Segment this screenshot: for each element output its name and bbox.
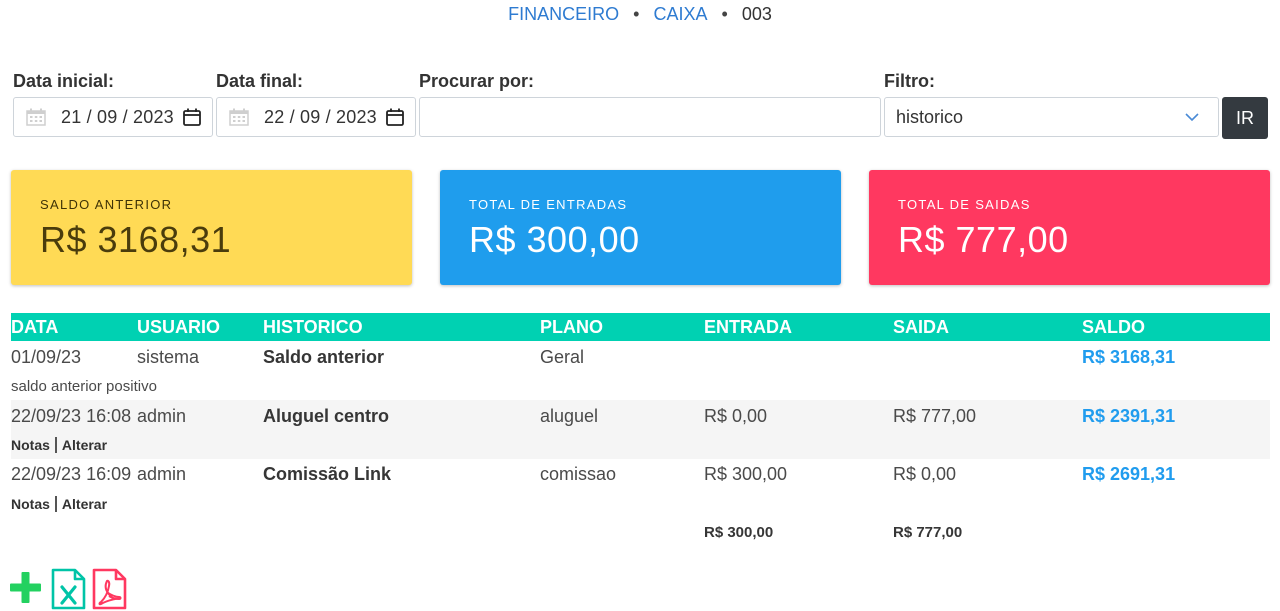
breadcrumb: FINANCEIRO • CAIXA • 003 (0, 4, 1280, 24)
calendar-grid-icon (26, 108, 46, 126)
excel-icon[interactable] (51, 568, 86, 610)
data-final-field[interactable]: 22 / 09 / 2023 (216, 97, 416, 137)
cell-plano: comissao (540, 464, 617, 484)
cell-historico: Saldo anterior (263, 347, 385, 367)
chevron-down-icon (1185, 113, 1199, 122)
data-inicial-field[interactable]: 21 / 09 / 2023 (13, 97, 213, 137)
calendar-picker-icon[interactable] (385, 107, 405, 127)
cell-historico: Aluguel centro (263, 406, 390, 426)
filtro-select[interactable]: historico (884, 97, 1219, 137)
column-header-plano: PLANO (540, 317, 603, 337)
data-inicial-value[interactable]: 21 / 09 / 2023 (61, 107, 174, 128)
procurar-label: Procurar por: (419, 71, 535, 91)
card-label: TOTAL DE ENTRADAS (469, 197, 628, 212)
cell-usuario: sistema (137, 347, 200, 367)
card-label: TOTAL DE SAIDAS (898, 197, 1031, 212)
total-saida: R$ 777,00 (893, 524, 963, 541)
total-saidas-card: TOTAL DE SAIDAS R$ 777,00 (869, 170, 1270, 285)
breadcrumb-financeiro-link[interactable]: FINANCEIRO (508, 4, 619, 24)
table-row: 22/09/23 16:08 admin Aluguel centro alug… (11, 400, 1270, 459)
pdf-icon[interactable] (92, 568, 127, 610)
cell-data: 22/09/23 16:09 (11, 464, 132, 484)
cell-data: 01/09/23 (11, 347, 82, 367)
cell-usuario: admin (137, 406, 187, 426)
breadcrumb-current: 003 (741, 4, 772, 24)
data-inicial-label: Data inicial: (13, 71, 115, 91)
row-actions: Notas Alterar (11, 437, 107, 453)
cell-saldo: R$ 3168,31 (1082, 347, 1176, 367)
total-entrada: R$ 300,00 (704, 524, 774, 541)
cell-historico: Comissão Link (263, 464, 392, 484)
procurar-input[interactable] (419, 97, 881, 137)
cell-saldo: R$ 2391,31 (1082, 406, 1176, 426)
breadcrumb-separator: • (721, 4, 728, 24)
total-entradas-card: TOTAL DE ENTRADAS R$ 300,00 (440, 170, 841, 285)
cell-entrada: R$ 0,00 (704, 406, 768, 426)
table-row: 01/09/23 sistema Saldo anterior Geral R$… (11, 341, 1270, 400)
cell-saida: R$ 0,00 (893, 464, 957, 484)
cell-saida: R$ 777,00 (893, 406, 977, 426)
calendar-grid-icon (229, 108, 249, 126)
column-header-saldo: SALDO (1082, 317, 1145, 337)
table-row: 22/09/23 16:09 admin Comissão Link comis… (11, 459, 1270, 518)
data-final-value[interactable]: 22 / 09 / 2023 (264, 107, 377, 128)
notas-link[interactable]: Notas (11, 437, 50, 453)
column-header-data: DATA (11, 317, 59, 337)
column-header-historico: HISTORICO (263, 317, 363, 337)
cell-plano: aluguel (540, 406, 599, 426)
row-note: saldo anterior positivo (11, 378, 157, 395)
card-value: R$ 3168,31 (40, 219, 232, 260)
calendar-picker-icon[interactable] (182, 107, 202, 127)
saldo-anterior-card: SALDO ANTERIOR R$ 3168,31 (11, 170, 412, 285)
cell-entrada: R$ 300,00 (704, 464, 788, 484)
filtro-label: Filtro: (884, 71, 935, 91)
action-divider (54, 437, 57, 453)
card-value: R$ 300,00 (469, 219, 640, 260)
card-value: R$ 777,00 (898, 219, 1069, 260)
breadcrumb-caixa-link[interactable]: CAIXA (653, 4, 707, 24)
action-divider (54, 496, 57, 512)
column-header-saida: SAIDA (893, 317, 950, 337)
cell-data: 22/09/23 16:08 (11, 406, 132, 426)
cell-plano: Geral (540, 347, 585, 367)
alterar-link[interactable]: Alterar (62, 437, 107, 453)
alterar-link[interactable]: Alterar (62, 496, 107, 512)
notas-link[interactable]: Notas (11, 496, 50, 512)
data-final-label: Data final: (216, 71, 304, 91)
filtro-selected-value[interactable]: historico (896, 107, 1184, 128)
breadcrumb-separator: • (633, 4, 640, 24)
row-actions: Notas Alterar (11, 496, 107, 512)
plus-icon[interactable] (10, 572, 41, 603)
cell-usuario: admin (137, 464, 187, 484)
column-header-entrada: ENTRADA (704, 317, 792, 337)
cell-saldo: R$ 2691,31 (1082, 464, 1176, 484)
table-header: DATA USUARIO HISTORICO PLANO ENTRADA SAI… (11, 313, 1270, 341)
column-header-usuario: USUARIO (137, 317, 221, 337)
card-label: SALDO ANTERIOR (40, 197, 173, 212)
ir-button[interactable]: IR (1222, 97, 1268, 139)
